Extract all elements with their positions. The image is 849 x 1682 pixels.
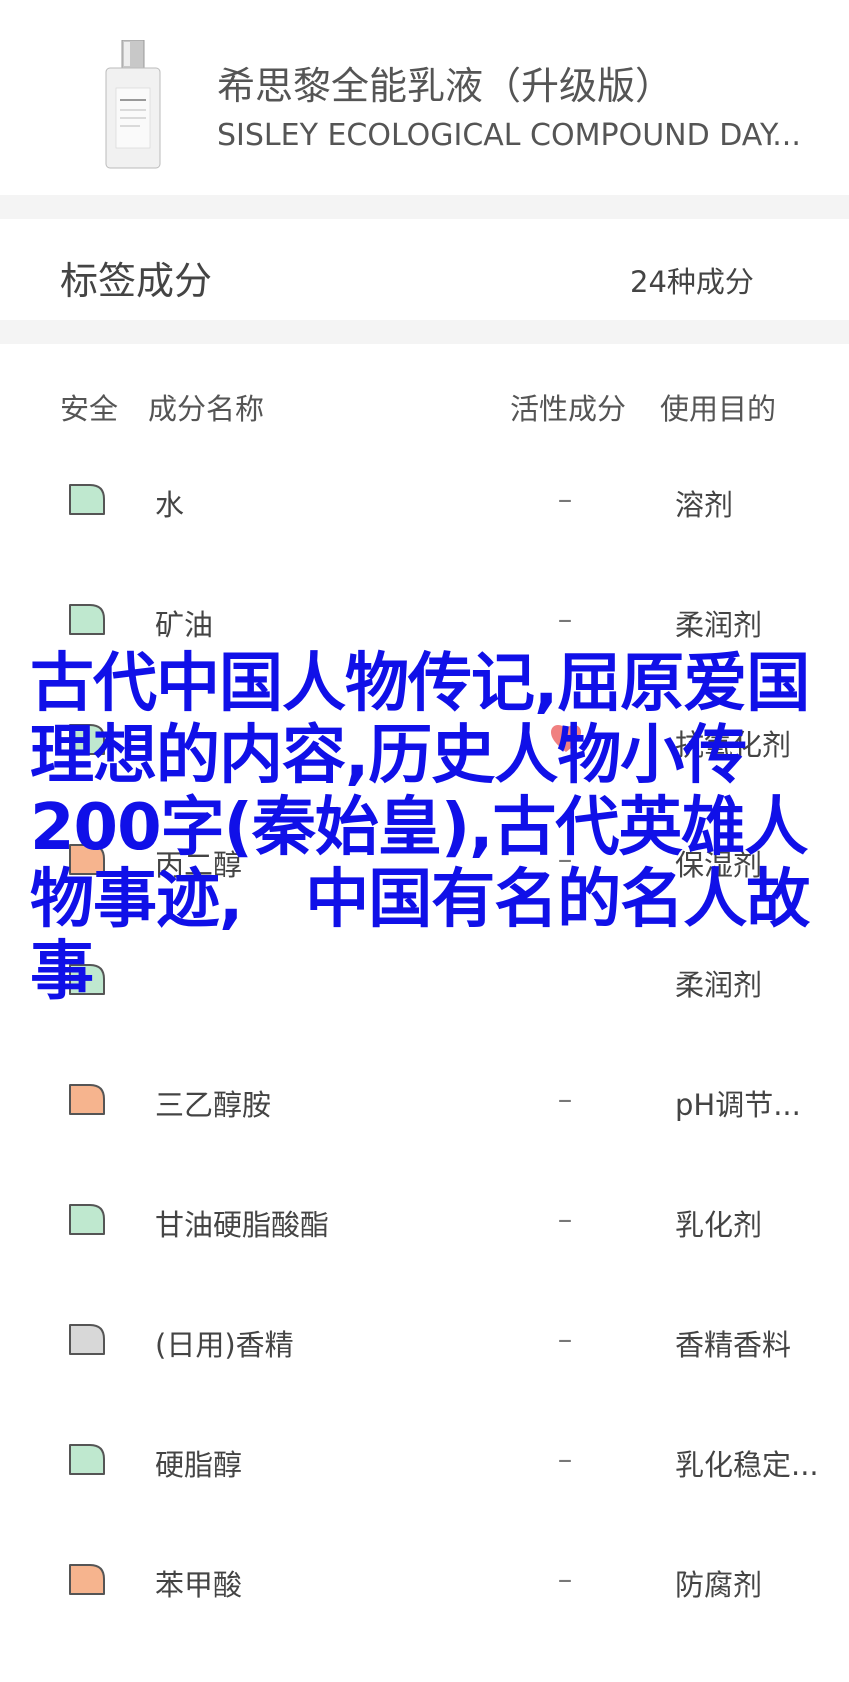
ingredient-name: 水 [155,488,185,522]
safety-level-icon [69,1444,105,1475]
product-header[interactable]: 希思黎全能乳液（升级版） SISLEY ECOLOGICAL COMPOUND … [0,0,849,195]
active-indicator: – [557,1562,573,1596]
ingredient-name: 甘油硬脂酸酯 [155,1208,330,1242]
safety-level-icon [69,484,105,515]
ingredient-name: 三乙醇胺 [155,1088,272,1122]
ingredient-name: 矿油 [155,608,214,642]
active-indicator: – [557,1322,573,1356]
ingredient-purpose: 乳化剂 [675,1208,763,1242]
header-safety: 安全 [60,392,119,426]
table-row[interactable]: (日用)香精 – 香精香料 [0,1322,849,1442]
product-name-cn: 希思黎全能乳液（升级版） [217,64,674,108]
table-row[interactable]: 苯甲酸 – 防腐剂 [0,1562,849,1682]
active-indicator: – [557,602,573,636]
active-indicator: – [557,1442,573,1476]
ingredient-count: 24种成分 [630,265,754,299]
table-row[interactable]: 三乙醇胺 – pH调节... [0,1082,849,1202]
safety-level-icon [69,1564,105,1595]
header-purpose: 使用目的 [660,392,777,426]
safety-level-icon [69,1084,105,1115]
product-name-en: SISLEY ECOLOGICAL COMPOUND DAY... [217,118,801,153]
ingredient-purpose: 溶剂 [675,488,734,522]
table-row[interactable]: 硬脂醇 – 乳化稳定... [0,1442,849,1562]
ingredient-name: 苯甲酸 [155,1568,243,1602]
safety-level-icon [69,604,105,635]
header-active: 活性成分 [510,392,627,426]
table-row[interactable]: 甘油硬脂酸酯 – 乳化剂 [0,1202,849,1322]
safety-level-icon [69,1324,105,1355]
ingredient-purpose: 香精香料 [675,1328,792,1362]
ingredient-purpose: 乳化稳定... [675,1448,819,1482]
tag-ingredients-title: 标签成分 [60,259,213,303]
ingredient-purpose: 柔润剂 [675,608,763,642]
ingredient-name: 硬脂醇 [155,1448,243,1482]
header-ingredient-name: 成分名称 [148,392,265,426]
product-bottle-image [105,40,161,169]
active-indicator: – [557,1202,573,1236]
table-row[interactable]: 水 – 溶剂 [0,482,849,602]
ingredient-name: (日用)香精 [155,1328,294,1362]
safety-level-icon [69,1204,105,1235]
section-divider [0,195,849,219]
section-divider [0,320,849,344]
overlay-caption: 古代中国人物传记,屈原爱国理想的内容,历史人物小传200字(秦始皇),古代英雄人… [30,647,810,1009]
ingredient-purpose: 防腐剂 [675,1568,763,1602]
active-indicator: – [557,482,573,516]
active-indicator: – [557,1082,573,1116]
ingredient-purpose: pH调节... [675,1088,801,1122]
